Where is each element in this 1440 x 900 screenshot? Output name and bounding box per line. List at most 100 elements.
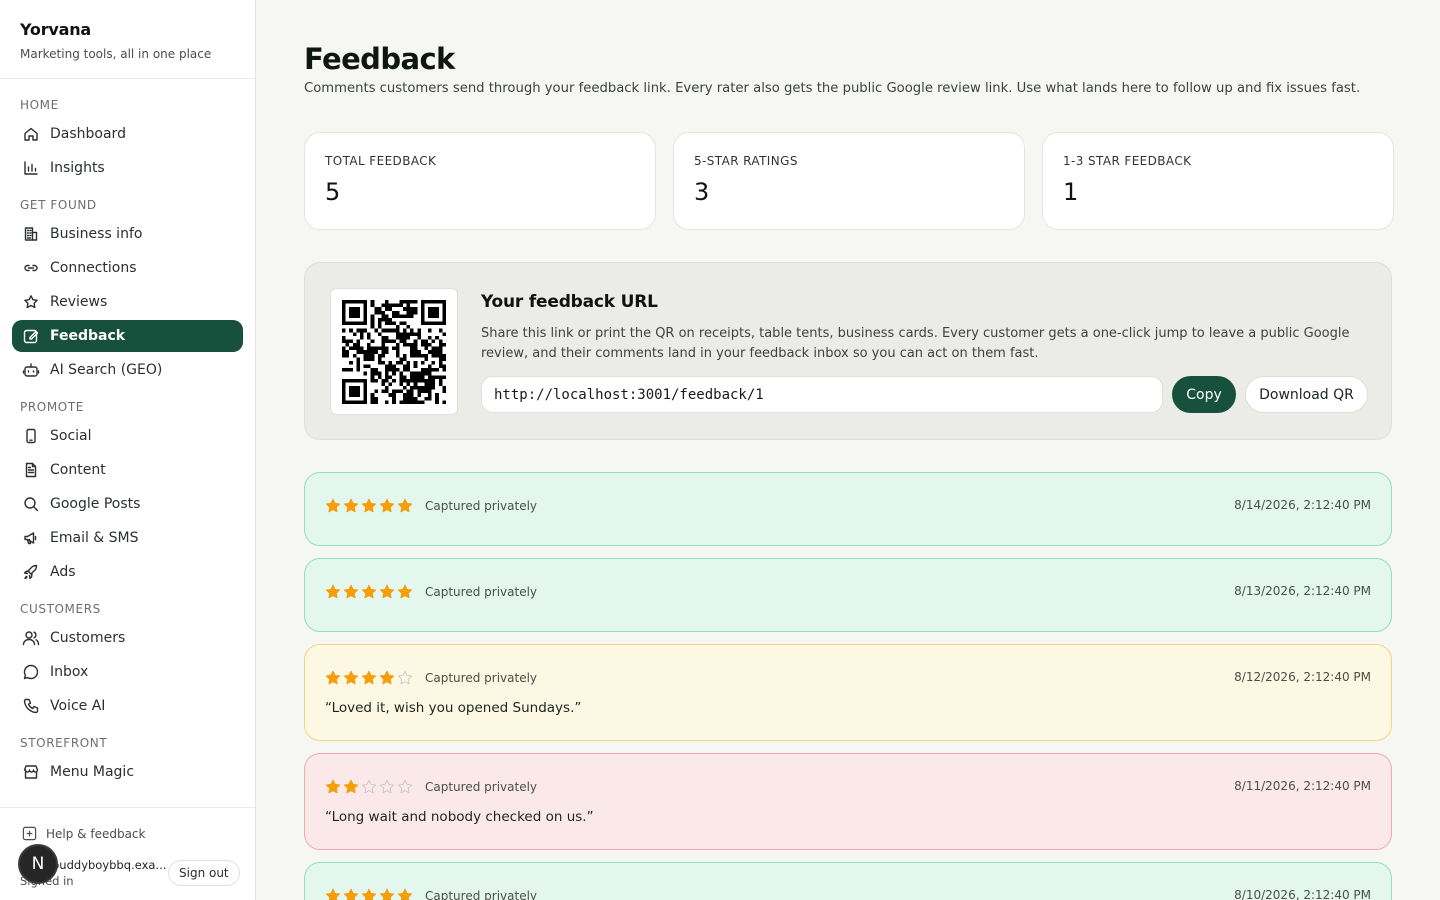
edit-icon [23, 329, 39, 344]
stat-label: 1-3 STAR FEEDBACK [1063, 154, 1192, 168]
star-rating [325, 584, 413, 600]
feedback-source: Captured privately [425, 889, 538, 900]
download-qr-button[interactable]: Download QR [1245, 376, 1368, 413]
feedback-card[interactable]: Captured privately 8/11/2026, 2:12:40 PM “… [304, 753, 1392, 850]
users-icon [22, 631, 40, 646]
star-filled-icon [361, 670, 377, 685]
stat-card-low-star: 1-3 STAR FEEDBACK 1 [1042, 132, 1394, 230]
star-filled-icon [379, 888, 395, 900]
rocket-icon [23, 564, 38, 580]
sidebar-item-label: Business info [50, 226, 143, 242]
sidebar-item-label: Social [50, 428, 92, 444]
app-name[interactable]: Yorvana [20, 20, 235, 39]
star-filled-icon [397, 498, 413, 513]
feedback-source: Captured privately [425, 585, 538, 599]
nav-section-title: HOME [20, 98, 59, 112]
sidebar-item-feedback[interactable]: Feedback [12, 320, 243, 352]
sidebar-item-label: Insights [50, 160, 105, 176]
avatar[interactable]: N [18, 844, 58, 884]
main-content: Feedback Comments customers send through… [304, 0, 1394, 900]
user-email: buddyboybbq.exa... [52, 858, 167, 872]
sidebar-nav: HOME Dashboard Insights GET FOUND Business i… [0, 79, 255, 807]
star-empty-icon [379, 779, 395, 794]
feedback-date: 8/10/2026, 2:12:40 PM [1234, 888, 1371, 900]
sidebar-item-reviews[interactable]: Reviews [12, 286, 243, 318]
feedback-source: Captured privately [425, 499, 538, 513]
link-icon [24, 264, 38, 272]
sidebar-item-label: Content [50, 462, 106, 478]
feedback-card[interactable]: Captured privately 8/14/2026, 2:12:40 PM [304, 472, 1392, 546]
star-filled-icon [379, 498, 395, 513]
stat-value: 3 [694, 178, 710, 206]
sidebar-item-social[interactable]: Social [12, 420, 243, 452]
store-icon [23, 765, 39, 779]
nav-section-title: STOREFRONT [20, 736, 108, 750]
feedback-meta: Captured privately [325, 888, 537, 900]
feedback-comment: “Long wait and nobody checked on us.” [325, 809, 594, 825]
sidebar-item-label: Voice AI [50, 698, 106, 714]
star-filled-icon [325, 779, 341, 794]
sidebar-item-label: Menu Magic [50, 764, 135, 780]
star-filled-icon [379, 584, 395, 599]
sidebar-item-voice-ai[interactable]: Voice AI [12, 690, 243, 722]
feedback-date: 8/13/2026, 2:12:40 PM [1234, 584, 1371, 598]
star-rating [325, 888, 413, 900]
feedback-meta: Captured privately [325, 498, 537, 514]
sidebar-item-label: Inbox [50, 664, 89, 680]
sidebar-footer: Help & feedback buddyboybbq.exa... Signe… [0, 807, 255, 900]
sidebar-item-label: Email & SMS [50, 530, 139, 546]
feedback-date: 8/14/2026, 2:12:40 PM [1234, 498, 1371, 512]
star-filled-icon [343, 498, 359, 513]
nav-section-title: CUSTOMERS [20, 602, 101, 616]
feedback-url-title: Your feedback URL [481, 292, 658, 312]
sidebar-item-ai-search-geo[interactable]: AI Search (GEO) [12, 354, 243, 386]
copy-button[interactable]: Copy [1172, 376, 1236, 413]
document-icon [25, 462, 37, 478]
sidebar-item-label: Connections [50, 260, 137, 276]
nav-section: STOREFRONT Menu Magic [12, 734, 243, 788]
help-feedback-link[interactable]: Help & feedback [22, 826, 145, 841]
sidebar-item-connections[interactable]: Connections [12, 252, 243, 284]
home-icon [24, 127, 38, 141]
feedback-meta: Captured privately [325, 670, 537, 686]
star-filled-icon [343, 584, 359, 599]
star-filled-icon [379, 670, 395, 685]
qr-code-image [342, 299, 446, 404]
feedback-url-description: Share this link or print the QR on recei… [481, 326, 1350, 361]
brand: Yorvana Marketing tools, all in one plac… [0, 0, 255, 79]
star-filled-icon [325, 888, 341, 900]
star-filled-icon [325, 498, 341, 513]
feedback-meta: Captured privately [325, 584, 537, 600]
sidebar-item-google-posts[interactable]: Google Posts [12, 488, 243, 520]
sidebar-item-insights[interactable]: Insights [12, 152, 243, 184]
sidebar-item-menu-magic[interactable]: Menu Magic [12, 756, 243, 788]
phone-icon [26, 428, 36, 444]
feedback-url-card: Your feedback URL Share this link or pri… [304, 262, 1392, 440]
stat-card-total-feedback: TOTAL FEEDBACK 5 [304, 132, 656, 230]
sidebar-item-business-info[interactable]: Business info [12, 218, 243, 250]
feedback-meta: Captured privately [325, 779, 537, 795]
star-filled-icon [397, 584, 413, 599]
sidebar-item-content[interactable]: Content [12, 454, 243, 486]
star-filled-icon [361, 498, 377, 513]
page-title: Feedback [304, 42, 455, 76]
sidebar-item-email-sms[interactable]: Email & SMS [12, 522, 243, 554]
sidebar: Yorvana Marketing tools, all in one plac… [0, 0, 256, 900]
feedback-card[interactable]: Captured privately 8/13/2026, 2:12:40 PM [304, 558, 1392, 632]
star-filled-icon [343, 670, 359, 685]
sidebar-item-dashboard[interactable]: Dashboard [12, 118, 243, 150]
feedback-card[interactable]: Captured privately 8/12/2026, 2:12:40 PM “… [304, 644, 1392, 741]
star-rating [325, 498, 413, 514]
sidebar-item-label: Reviews [50, 294, 108, 310]
star-icon [24, 295, 38, 309]
stat-value: 1 [1063, 178, 1079, 206]
sidebar-item-label: Feedback [50, 328, 126, 344]
sidebar-item-ads[interactable]: Ads [12, 556, 243, 588]
sidebar-item-customers[interactable]: Customers [12, 622, 243, 654]
sidebar-item-inbox[interactable]: Inbox [12, 656, 243, 688]
feedback-card[interactable]: Captured privately 8/10/2026, 2:12:40 PM [304, 862, 1392, 900]
page-description: Comments customers send through your fee… [304, 81, 1361, 96]
stat-value: 5 [325, 178, 341, 206]
sign-out-button[interactable]: Sign out [168, 860, 240, 886]
feedback-url-field[interactable] [481, 376, 1163, 413]
